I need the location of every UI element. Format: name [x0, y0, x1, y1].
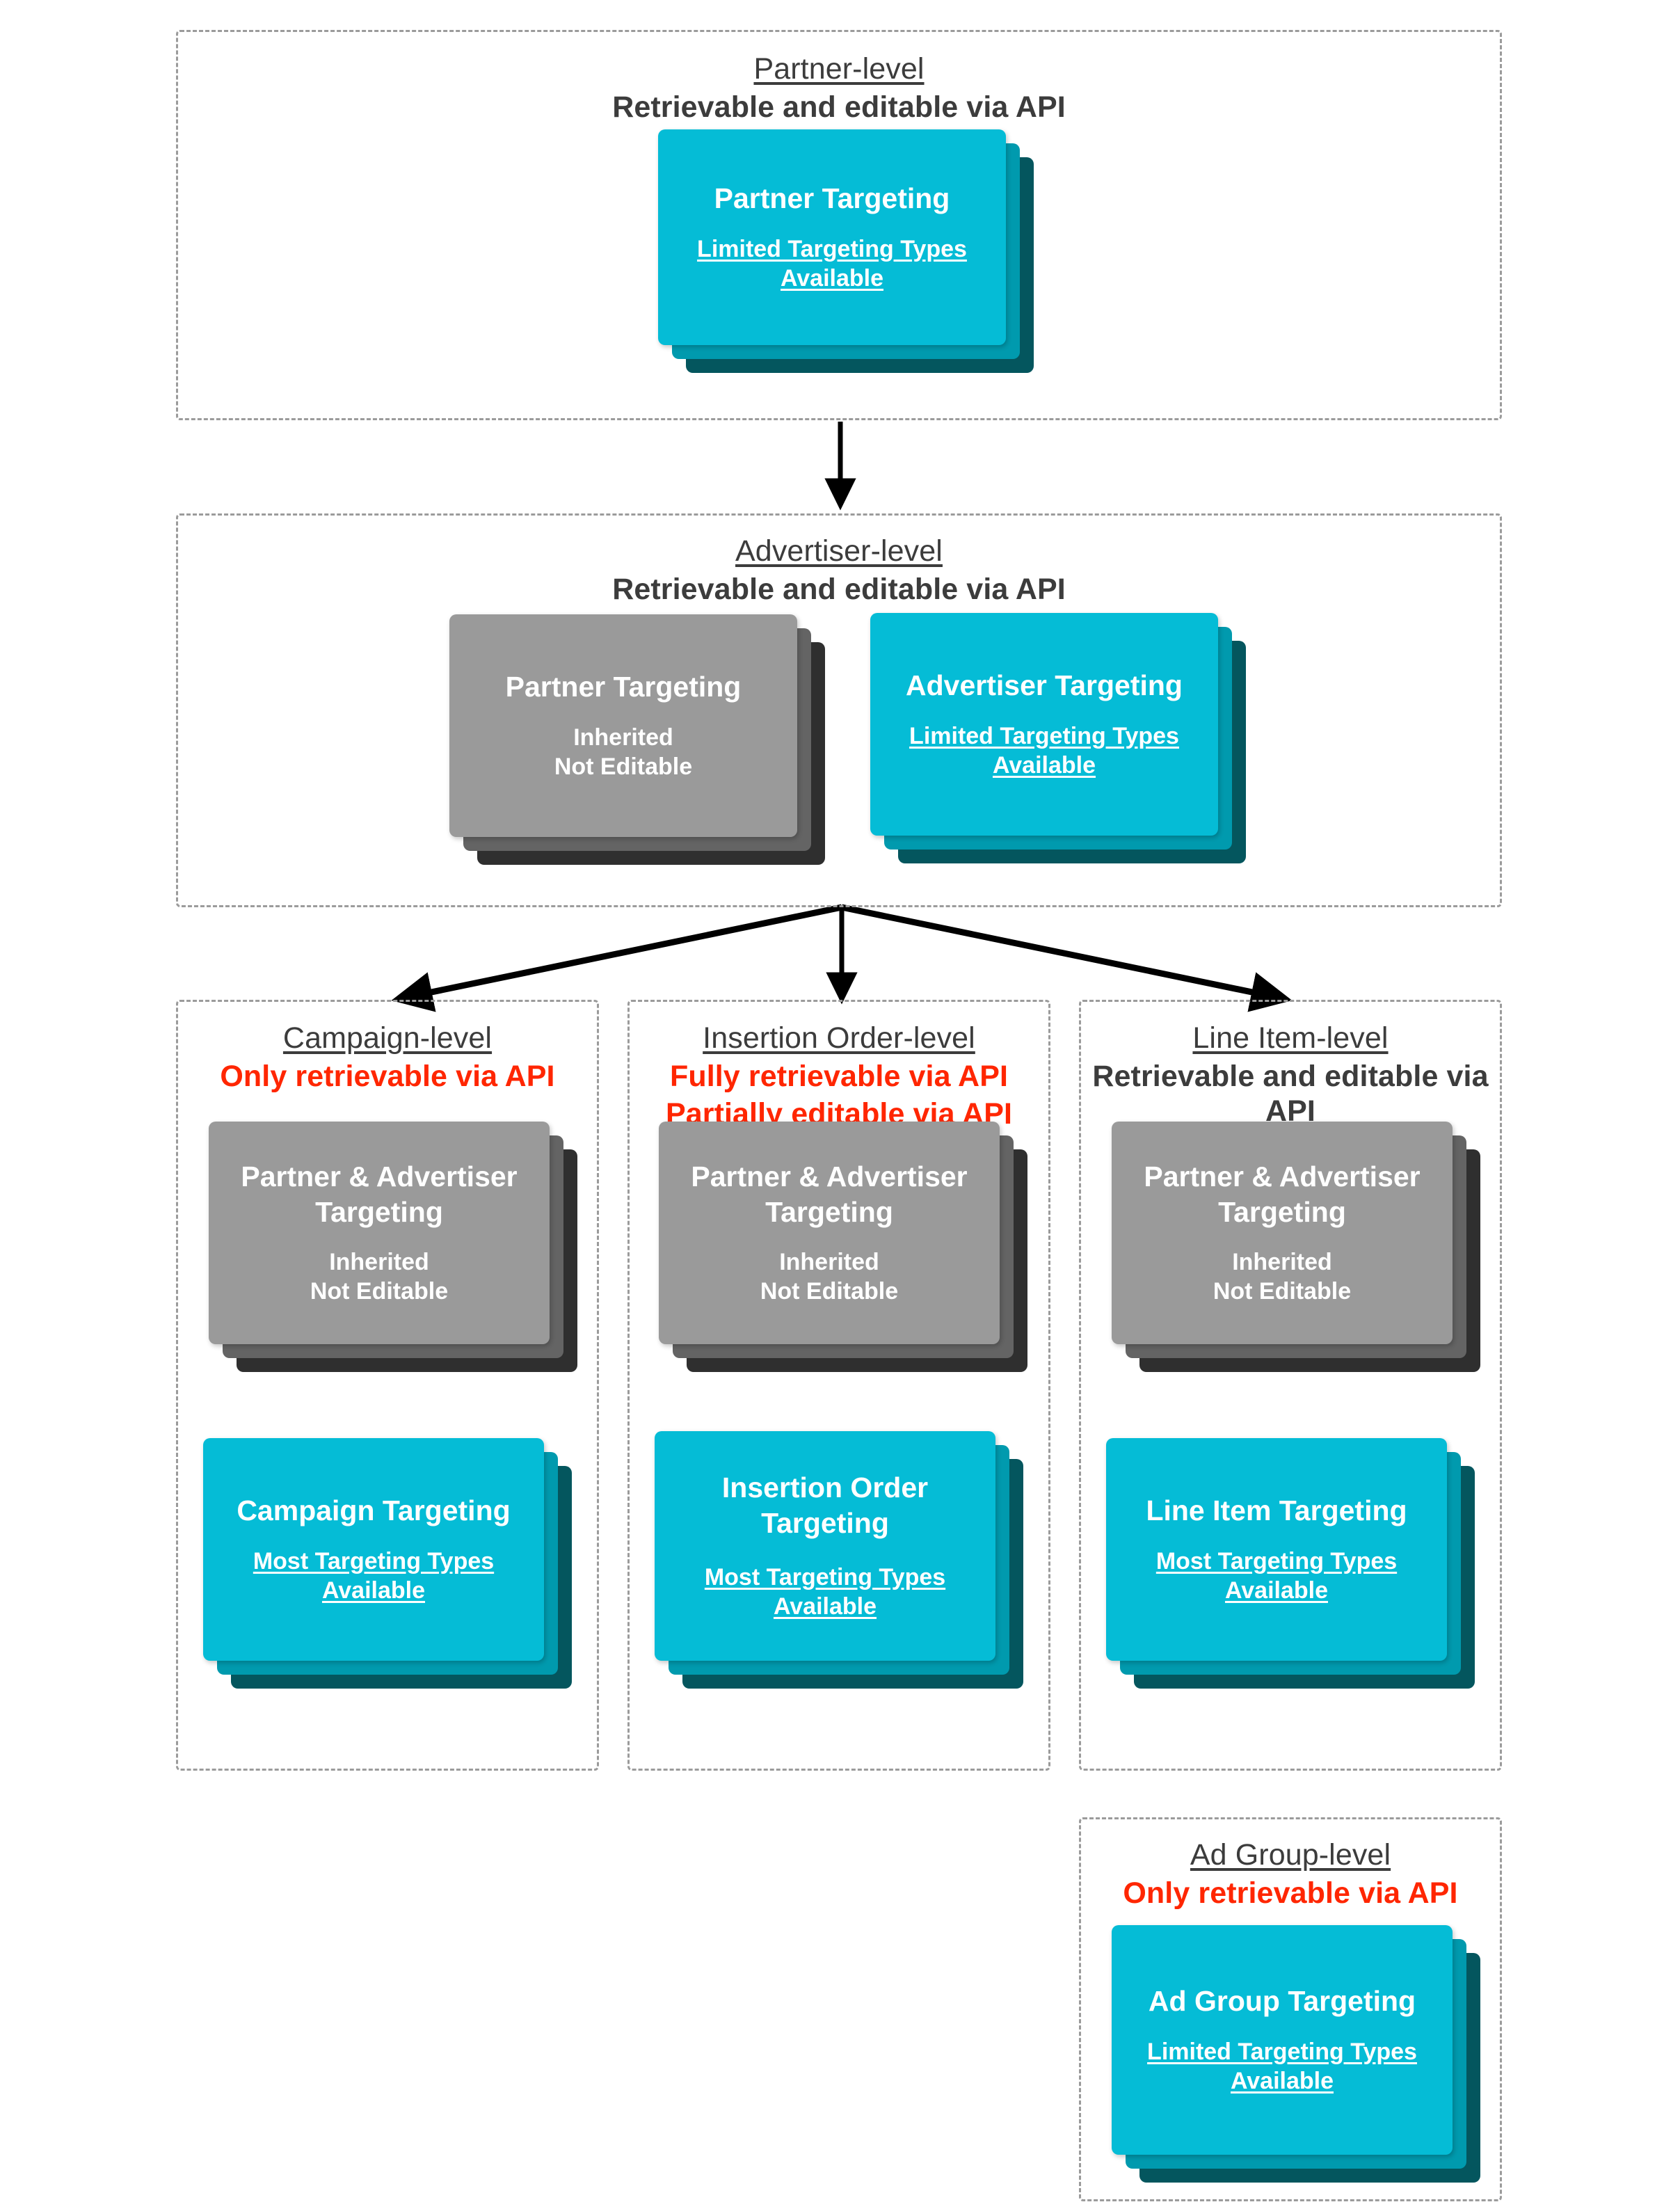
card-title: Insertion Order Targeting — [721, 1472, 929, 1539]
card-title: Partner & Advertiser Targeting — [241, 1161, 518, 1228]
card-note-line-1: Inherited — [779, 1248, 879, 1275]
card-title: Partner & Advertiser Targeting — [1144, 1161, 1421, 1228]
campaign-level-container: Campaign-level Only retrievable via API … — [176, 1000, 599, 1771]
campaign-inherited-targeting-card[interactable]: Partner & Advertiser Targeting Inherited… — [209, 1122, 550, 1344]
ad-group-level-title: Ad Group-level — [1190, 1838, 1391, 1872]
partner-level-heading: Partner-level Retrievable and editable v… — [178, 51, 1500, 125]
campaign-level-subtitle: Only retrievable via API — [220, 1059, 555, 1093]
advertiser-targeting-card[interactable]: Advertiser Targeting Limited Targeting T… — [870, 613, 1218, 836]
card-note-line-1: Limited Targeting Types — [909, 722, 1179, 749]
insertion-order-level-heading: Insertion Order-level Fully retrievable … — [630, 1021, 1048, 1132]
advertiser-level-container: Advertiser-level Retrievable and editabl… — [176, 513, 1502, 907]
insertion-order-inherited-card-stack[interactable]: Partner & Advertiser Targeting Inherited… — [659, 1122, 1034, 1372]
card-note: Limited Targeting Types Available — [901, 721, 1187, 781]
campaign-level-heading: Campaign-level Only retrievable via API — [178, 1021, 597, 1094]
card-note: Most Targeting Types Available — [696, 1563, 954, 1622]
advertiser-inherited-card-stack[interactable]: Partner Targeting Inherited Not Editable — [449, 614, 825, 865]
line-item-level-title: Line Item-level — [1192, 1021, 1389, 1055]
card-note: Inherited Not Editable — [752, 1247, 906, 1307]
line-item-targeting-card-stack[interactable]: Line Item Targeting Most Targeting Types… — [1106, 1438, 1482, 1689]
line-item-level-subtitle: Retrievable and editable via API — [1092, 1059, 1489, 1129]
insertion-order-targeting-card[interactable]: Insertion Order Targeting Most Targeting… — [655, 1431, 995, 1661]
line-item-level-container: Line Item-level Retrievable and editable… — [1079, 1000, 1502, 1771]
card-title: Partner Targeting — [505, 671, 742, 703]
card-title: Ad Group Targeting — [1148, 1985, 1416, 2018]
partner-level-title: Partner-level — [753, 52, 925, 86]
card-note-line-2: Available — [321, 1577, 426, 1604]
line-item-inherited-targeting-card[interactable]: Partner & Advertiser Targeting Inherited… — [1112, 1122, 1453, 1344]
ad-group-targeting-card[interactable]: Ad Group Targeting Limited Targeting Typ… — [1112, 1925, 1453, 2155]
card-note: Inherited Not Editable — [546, 723, 701, 782]
arrow-advertiser-to-campaign — [391, 904, 842, 1012]
insertion-order-inherited-targeting-card[interactable]: Partner & Advertiser Targeting Inherited… — [659, 1122, 1000, 1344]
campaign-level-title: Campaign-level — [282, 1021, 493, 1055]
partner-level-subtitle: Retrievable and editable via API — [612, 90, 1066, 124]
campaign-targeting-card-stack[interactable]: Campaign Targeting Most Targeting Types … — [203, 1438, 579, 1689]
card-note-line-1: Most Targeting Types — [704, 1563, 946, 1590]
insertion-order-level-container: Insertion Order-level Fully retrievable … — [627, 1000, 1050, 1771]
card-note: Limited Targeting Types Available — [1139, 2037, 1425, 2096]
card-note-line-2: Not Editable — [554, 753, 693, 780]
card-note-line-2: Not Editable — [760, 1278, 899, 1305]
partner-level-container: Partner-level Retrievable and editable v… — [176, 30, 1502, 420]
ad-group-level-heading: Ad Group-level Only retrievable via API — [1081, 1837, 1500, 1911]
card-note-line-2: Available — [1230, 2068, 1334, 2094]
card-note-line-1: Most Targeting Types — [253, 1547, 495, 1574]
card-note-line-1: Most Targeting Types — [1155, 1547, 1398, 1574]
ad-group-level-subtitle: Only retrievable via API — [1123, 1876, 1458, 1910]
partner-targeting-card[interactable]: Partner Targeting Limited Targeting Type… — [658, 129, 1006, 345]
advertiser-level-heading: Advertiser-level Retrievable and editabl… — [178, 534, 1500, 607]
insertion-order-targeting-card-stack[interactable]: Insertion Order Targeting Most Targeting… — [655, 1431, 1030, 1689]
advertiser-level-title: Advertiser-level — [735, 534, 943, 568]
line-item-targeting-card[interactable]: Line Item Targeting Most Targeting Types… — [1106, 1438, 1447, 1661]
advertiser-level-subtitle: Retrievable and editable via API — [612, 572, 1066, 606]
advertiser-inherited-partner-targeting-card[interactable]: Partner Targeting Inherited Not Editable — [449, 614, 797, 837]
ad-group-level-container: Ad Group-level Only retrievable via API … — [1079, 1817, 1502, 2201]
line-item-inherited-card-stack[interactable]: Partner & Advertiser Targeting Inherited… — [1112, 1122, 1487, 1372]
card-title: Advertiser Targeting — [906, 669, 1183, 702]
card-note: Inherited Not Editable — [1205, 1247, 1359, 1307]
card-title: Line Item Targeting — [1146, 1494, 1407, 1527]
card-title: Partner & Advertiser Targeting — [691, 1161, 968, 1228]
insertion-order-level-subtitle: Fully retrievable via API — [669, 1059, 1009, 1093]
card-note-line-2: Available — [780, 265, 884, 292]
campaign-inherited-card-stack[interactable]: Partner & Advertiser Targeting Inherited… — [209, 1122, 584, 1372]
card-note: Inherited Not Editable — [302, 1247, 456, 1307]
card-note-line-1: Limited Targeting Types — [697, 235, 967, 262]
line-item-level-heading: Line Item-level Retrievable and editable… — [1081, 1021, 1500, 1129]
card-note-line-1: Inherited — [1232, 1248, 1332, 1275]
card-note: Most Targeting Types Available — [245, 1547, 502, 1606]
ad-group-targeting-card-stack[interactable]: Ad Group Targeting Limited Targeting Typ… — [1112, 1925, 1487, 2183]
campaign-targeting-card[interactable]: Campaign Targeting Most Targeting Types … — [203, 1438, 544, 1661]
partner-targeting-card-stack[interactable]: Partner Targeting Limited Targeting Type… — [658, 129, 1034, 373]
arrow-advertiser-to-line-item — [841, 904, 1293, 1012]
card-note-line-2: Available — [992, 752, 1096, 779]
card-note-line-1: Inherited — [329, 1248, 429, 1275]
card-note: Most Targeting Types Available — [1148, 1547, 1405, 1606]
card-note-line-2: Available — [773, 1593, 877, 1620]
card-note: Limited Targeting Types Available — [689, 234, 975, 294]
insertion-order-level-title: Insertion Order-level — [703, 1021, 975, 1055]
card-note-line-2: Not Editable — [1213, 1278, 1352, 1305]
card-note-line-1: Inherited — [573, 724, 673, 751]
card-note-line-2: Available — [1224, 1577, 1329, 1604]
card-note-line-1: Limited Targeting Types — [1147, 2038, 1417, 2065]
diagram-canvas: Partner-level Retrievable and editable v… — [0, 0, 1680, 2209]
card-note-line-2: Not Editable — [310, 1278, 449, 1305]
advertiser-targeting-card-stack[interactable]: Advertiser Targeting Limited Targeting T… — [870, 613, 1246, 863]
card-title: Partner Targeting — [714, 182, 950, 215]
card-title: Campaign Targeting — [237, 1494, 511, 1527]
